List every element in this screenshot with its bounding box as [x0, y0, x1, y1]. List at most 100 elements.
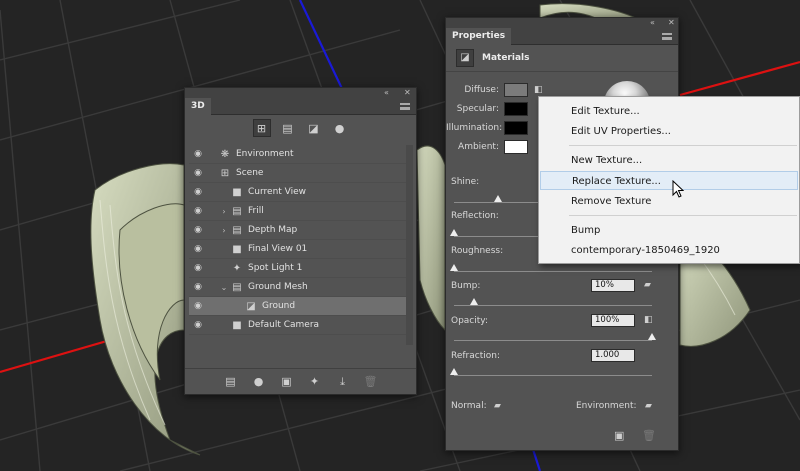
tree-item-ground-mesh[interactable]: ◉ ⌄ ▤ Ground Mesh: [189, 278, 407, 297]
visibility-eye-icon[interactable]: ◉: [189, 187, 207, 197]
visibility-eye-icon[interactable]: ◉: [189, 320, 207, 330]
material-filter-icon[interactable]: ◪: [305, 119, 323, 137]
tree-item-label: Depth Map: [248, 225, 298, 235]
visibility-eye-icon[interactable]: ◉: [189, 301, 207, 311]
mesh-filter-icon[interactable]: ▤: [279, 119, 297, 137]
ambient-row: Ambient:: [446, 138, 528, 156]
trash-icon[interactable]: 🗑: [363, 375, 379, 388]
tree-item-ground[interactable]: ◉ ◪ Ground: [189, 297, 407, 316]
panel-menu-icon[interactable]: [400, 103, 410, 110]
add-light-icon[interactable]: ✦: [307, 375, 323, 388]
menu-separator: [569, 145, 797, 146]
panel-titlebar[interactable]: « ✕: [185, 88, 416, 98]
mesh-icon[interactable]: ▤: [223, 375, 239, 388]
illumination-label: Illumination:: [446, 123, 503, 133]
ambient-swatch[interactable]: [504, 140, 528, 154]
menu-item-remove-texture[interactable]: Remove Texture: [540, 192, 798, 211]
texture-edit-icon[interactable]: ◧: [534, 84, 548, 96]
normal-folder-icon[interactable]: ▰: [494, 401, 501, 411]
light-bulb-icon[interactable]: ●: [251, 375, 267, 388]
tree-item-final-view[interactable]: ◉ ■ Final View 01: [189, 240, 407, 259]
roughness-slider[interactable]: [454, 271, 652, 272]
opacity-slider-thumb[interactable]: [648, 333, 656, 340]
scrollbar[interactable]: [406, 145, 413, 345]
tree-item-label: Ground: [262, 301, 296, 311]
opacity-texture-icon[interactable]: ◧: [644, 315, 653, 325]
visibility-eye-icon[interactable]: ◉: [189, 282, 207, 292]
menu-item-bump[interactable]: Bump: [540, 221, 798, 240]
bump-slider-thumb[interactable]: [469, 298, 478, 305]
bump-slider[interactable]: [454, 305, 652, 306]
3d-panel: « ✕ 3D ⊞ ▤ ◪ ● ◉ ❋ Environment ◉ ⊞ Scene…: [184, 87, 417, 395]
visibility-eye-icon[interactable]: ◉: [189, 149, 207, 159]
roughness-label: Roughness:: [451, 246, 504, 256]
tree-item-frill[interactable]: ◉ › ▤ Frill: [189, 202, 407, 221]
tree-item-depth-map[interactable]: ◉ › ▤ Depth Map: [189, 221, 407, 240]
light-filter-icon[interactable]: ●: [331, 119, 349, 137]
tree-item-current-view[interactable]: ◉ ■ Current View: [189, 183, 407, 202]
render-icon[interactable]: ▣: [614, 429, 624, 442]
bump-field[interactable]: 10%: [591, 279, 635, 292]
shine-slider-thumb[interactable]: [493, 195, 502, 202]
drop-to-plane-icon[interactable]: ⤓: [335, 375, 351, 389]
mesh-icon: ▤: [232, 205, 242, 217]
environment-folder-icon[interactable]: ▰: [645, 401, 652, 411]
visibility-eye-icon[interactable]: ◉: [189, 225, 207, 235]
tree-item-label: Default Camera: [248, 320, 320, 330]
bump-folder-icon[interactable]: ▰: [644, 280, 651, 290]
menu-item-edit-uv-properties[interactable]: Edit UV Properties...: [540, 122, 798, 141]
opacity-field[interactable]: 100%: [591, 314, 635, 327]
refraction-slider-thumb[interactable]: [450, 368, 458, 375]
expand-arrow-icon[interactable]: ›: [219, 226, 229, 235]
close-icon[interactable]: ✕: [404, 88, 411, 98]
opacity-label: Opacity:: [451, 316, 488, 326]
opacity-slider[interactable]: [454, 340, 652, 341]
tree-item-label: Current View: [248, 187, 307, 197]
normal-label: Normal:: [451, 401, 487, 411]
3d-panel-footer: ▤ ● ▣ ✦ ⤓ 🗑: [185, 368, 416, 394]
tab-properties[interactable]: Properties: [446, 28, 512, 45]
shine-label: Shine:: [451, 177, 480, 187]
tree-item-scene[interactable]: ◉ ⊞ Scene: [189, 164, 407, 183]
diffuse-swatch[interactable]: [504, 83, 528, 97]
expand-arrow-icon[interactable]: ›: [219, 207, 229, 216]
menu-item-replace-texture[interactable]: Replace Texture...: [540, 171, 798, 190]
visibility-eye-icon[interactable]: ◉: [189, 206, 207, 216]
reflection-label: Reflection:: [451, 211, 499, 221]
menu-item-edit-texture[interactable]: Edit Texture...: [540, 102, 798, 121]
tree-item-spot-light[interactable]: ◉ ✦ Spot Light 1: [189, 259, 407, 278]
expand-arrow-icon[interactable]: ⌄: [219, 283, 229, 292]
environment-icon: ❋: [220, 148, 230, 160]
mouse-cursor-icon: [672, 180, 684, 198]
specular-label: Specular:: [456, 104, 499, 114]
illumination-swatch[interactable]: [504, 121, 528, 135]
specular-swatch[interactable]: [504, 102, 528, 116]
ambient-label: Ambient:: [458, 142, 499, 152]
tree-item-environment[interactable]: ◉ ❋ Environment: [189, 145, 407, 164]
panel-titlebar[interactable]: « ✕: [446, 18, 678, 28]
trash-icon[interactable]: 🗑: [642, 429, 656, 442]
tree-item-label: Environment: [236, 149, 294, 159]
camera-icon: ■: [232, 319, 242, 331]
menu-item-new-texture[interactable]: New Texture...: [540, 151, 798, 170]
close-icon[interactable]: ✕: [668, 18, 675, 28]
refraction-slider[interactable]: [454, 375, 652, 376]
visibility-eye-icon[interactable]: ◉: [189, 168, 207, 178]
scene-filter-icon[interactable]: ⊞: [252, 119, 271, 137]
collapse-icon[interactable]: «: [650, 18, 655, 28]
collapse-icon[interactable]: «: [384, 88, 389, 98]
environment-label: Environment:: [576, 401, 637, 411]
tree-item-default-camera[interactable]: ◉ ■ Default Camera: [189, 316, 407, 335]
panel-menu-icon[interactable]: [662, 33, 672, 40]
visibility-eye-icon[interactable]: ◉: [189, 263, 207, 273]
roughness-slider-thumb[interactable]: [450, 264, 458, 271]
render-icon[interactable]: ▣: [279, 375, 295, 388]
illumination-row: Illumination:: [446, 119, 528, 137]
tree-item-label: Spot Light 1: [248, 263, 303, 273]
tree-item-label: Final View 01: [248, 244, 308, 254]
refraction-field[interactable]: 1.000: [591, 349, 635, 362]
visibility-eye-icon[interactable]: ◉: [189, 244, 207, 254]
reflection-slider-thumb[interactable]: [450, 229, 458, 236]
tab-3d[interactable]: 3D: [185, 98, 211, 115]
menu-item-recent-texture[interactable]: contemporary-1850469_1920: [540, 241, 798, 260]
